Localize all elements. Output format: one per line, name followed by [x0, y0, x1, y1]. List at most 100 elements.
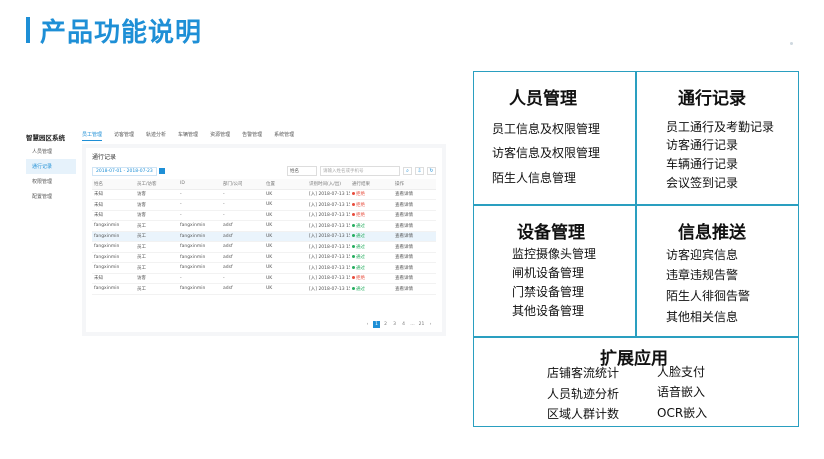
view-details-link[interactable]: 查看详情	[393, 273, 436, 284]
search-bar: 姓名 请输入姓名或手机号 ⌕ ⇩ ↻	[287, 166, 436, 176]
date-range-field[interactable]: 2018-07-01 - 2018-07-23	[92, 166, 157, 176]
grid-divider	[474, 336, 798, 338]
feature-item: 语音嵌入	[657, 385, 706, 399]
table-cell: [入] 2018-07-13 15:24:08	[307, 231, 350, 242]
result-text: 通过	[356, 234, 365, 240]
table-cell: 访客	[135, 189, 178, 200]
view-details-link[interactable]: 查看详情	[393, 262, 436, 274]
table-cell: 未知	[92, 210, 135, 221]
nav-tab[interactable]: 员工管理	[82, 131, 103, 141]
table-row[interactable]: fangxinmin 员工 fangxinmin adsf UK [入] 2018-07-…	[92, 252, 436, 263]
table-cell: 未知	[92, 199, 135, 211]
feature-title-access: 通行记录	[678, 89, 746, 109]
view-details-link[interactable]: 查看详情	[393, 199, 436, 211]
table-cell: [入] 2018-07-13 15:23:51	[307, 241, 350, 253]
column-header: 部门/公司	[221, 179, 264, 190]
sidebar-item[interactable]: 通行记录	[26, 159, 76, 174]
table-cell: adsf	[221, 241, 264, 253]
table-cell: UK	[264, 241, 307, 253]
view-details-link[interactable]: 查看详情	[393, 241, 436, 253]
result-text: 通过	[356, 265, 365, 271]
view-details-link[interactable]: 查看详情	[393, 220, 436, 232]
feature-item: 其他相关信息	[666, 310, 739, 324]
date-picker[interactable]: 2018-07-01 - 2018-07-23	[92, 166, 165, 176]
sidebar-item[interactable]: 配置管理	[26, 189, 76, 204]
column-header: 位置	[264, 179, 307, 190]
search-input[interactable]: 请输入姓名或手机号	[320, 166, 400, 176]
table-row[interactable]: fangxinmin 员工 fangxinmin adsf UK [入] 2018-07-…	[92, 231, 436, 242]
search-icon[interactable]: ⌕	[403, 167, 412, 175]
view-details-link[interactable]: 查看详情	[393, 283, 436, 295]
search-type-select[interactable]: 姓名	[287, 166, 317, 176]
nav-tab[interactable]: 告警管理	[242, 131, 262, 141]
view-details-link[interactable]: 查看详情	[393, 210, 436, 221]
table-row[interactable]: 未知访客--UK[入] 2018-07-13 15:24:17拒绝查看详情	[92, 189, 436, 200]
feature-item: 闸机设备管理	[512, 266, 585, 280]
status-dot-icon	[352, 255, 355, 259]
feature-item: 会议签到记录	[666, 176, 739, 190]
table-cell: UK	[264, 189, 307, 200]
view-details-link[interactable]: 查看详情	[393, 252, 436, 263]
page-title: 产品功能说明	[40, 17, 203, 48]
table-cell: fangxinmin	[92, 231, 135, 242]
export-icon[interactable]: ⇩	[415, 167, 424, 175]
table-row[interactable]: fangxinmin 员工 fangxinmin adsf UK [入] 2018-07-…	[92, 220, 436, 232]
result-text: 拒绝	[356, 202, 365, 208]
table-cell: [入] 2018-07-13 15:24:12	[307, 220, 350, 232]
table-cell: [入] 2018-07-13 15:23:11	[307, 252, 350, 263]
result-cell: 通过	[350, 262, 393, 274]
table-cell: 访客	[135, 199, 178, 211]
table-cell: UK	[264, 220, 307, 232]
status-dot-icon	[352, 223, 355, 227]
app-logo: 智慧园区系统	[26, 134, 65, 142]
view-details-link[interactable]: 查看详情	[393, 231, 436, 242]
grid-divider	[635, 72, 637, 336]
table-cell: adsf	[221, 231, 264, 242]
table-row[interactable]: fangxinmin 员工 fangxinmin adsf UK [入] 2018-07-…	[92, 262, 436, 274]
table-row[interactable]: 未知访客--UK[入] 2018-07-13 15:24:15拒绝查看详情	[92, 210, 436, 221]
table-cell: fangxinmin	[92, 241, 135, 253]
status-dot-icon	[352, 276, 355, 280]
nav-tab[interactable]: 访客管理	[114, 131, 134, 141]
sidebar: 人员管理 通行记录 权限管理 配置管理	[26, 144, 76, 204]
records-table: 姓名 员工/访客 ID 部门/公司 位置 识别时间(入/出) 通行结果 操作 未知 访客 - - UK…	[92, 179, 436, 295]
calendar-icon[interactable]	[158, 168, 165, 174]
sidebar-item[interactable]: 权限管理	[26, 174, 76, 189]
page-button[interactable]: 4	[400, 321, 407, 328]
status-dot-icon	[352, 286, 355, 290]
page-button[interactable]: 2	[382, 321, 389, 328]
nav-tab[interactable]: 车辆管理	[178, 131, 198, 141]
title-accent-bar	[26, 17, 30, 43]
nav-tab[interactable]: 资源管理	[210, 131, 230, 141]
column-header: 通行结果	[350, 179, 393, 190]
feature-item: 门禁设备管理	[512, 285, 585, 299]
feature-item: 其他设备管理	[512, 304, 585, 318]
feature-item: 车辆通行记录	[666, 157, 739, 171]
nav-tab[interactable]: 系统管理	[274, 131, 294, 141]
table-row[interactable]: fangxinmin 员工 fangxinmin adsf UK [入] 2018-07-…	[92, 283, 436, 295]
view-details-link[interactable]: 查看详情	[393, 189, 436, 200]
page-button[interactable]: 21	[418, 321, 425, 328]
sidebar-item[interactable]: 人员管理	[26, 144, 76, 159]
feature-item: 访客迎宾信息	[666, 248, 739, 262]
table-cell: -	[178, 273, 221, 284]
result-cell: 通过	[350, 220, 393, 232]
refresh-icon[interactable]: ↻	[427, 167, 436, 175]
nav-tab[interactable]: 轨迹分析	[146, 131, 166, 141]
table-row[interactable]: 未知访客--UK[入] 2018-07-13 15:23:01拒绝查看详情	[92, 273, 436, 284]
feature-item: 监控摄像头管理	[512, 247, 597, 261]
page-button[interactable]: …	[409, 321, 416, 328]
feature-grid: 人员管理 员工信息及权限管理 访客信息及权限管理 陌生人信息管理 通行记录 员工…	[473, 71, 799, 427]
status-dot-icon	[352, 213, 355, 217]
table-cell: [入] 2018-07-13 15:24:16	[307, 199, 350, 211]
result-cell: 拒绝	[350, 210, 393, 221]
table-cell: -	[178, 189, 221, 200]
page-button[interactable]: 3	[391, 321, 398, 328]
table-row[interactable]: fangxinmin 员工 fangxinmin adsf UK [入] 2018-07-…	[92, 241, 436, 253]
page-button[interactable]: 1	[373, 321, 380, 328]
table-cell: UK	[264, 283, 307, 295]
table-row[interactable]: 未知访客--UK[入] 2018-07-13 15:24:16拒绝查看详情	[92, 199, 436, 211]
page-button[interactable]: ›	[427, 321, 434, 328]
page-button[interactable]: ‹	[364, 321, 371, 328]
table-cell: 未知	[92, 273, 135, 284]
